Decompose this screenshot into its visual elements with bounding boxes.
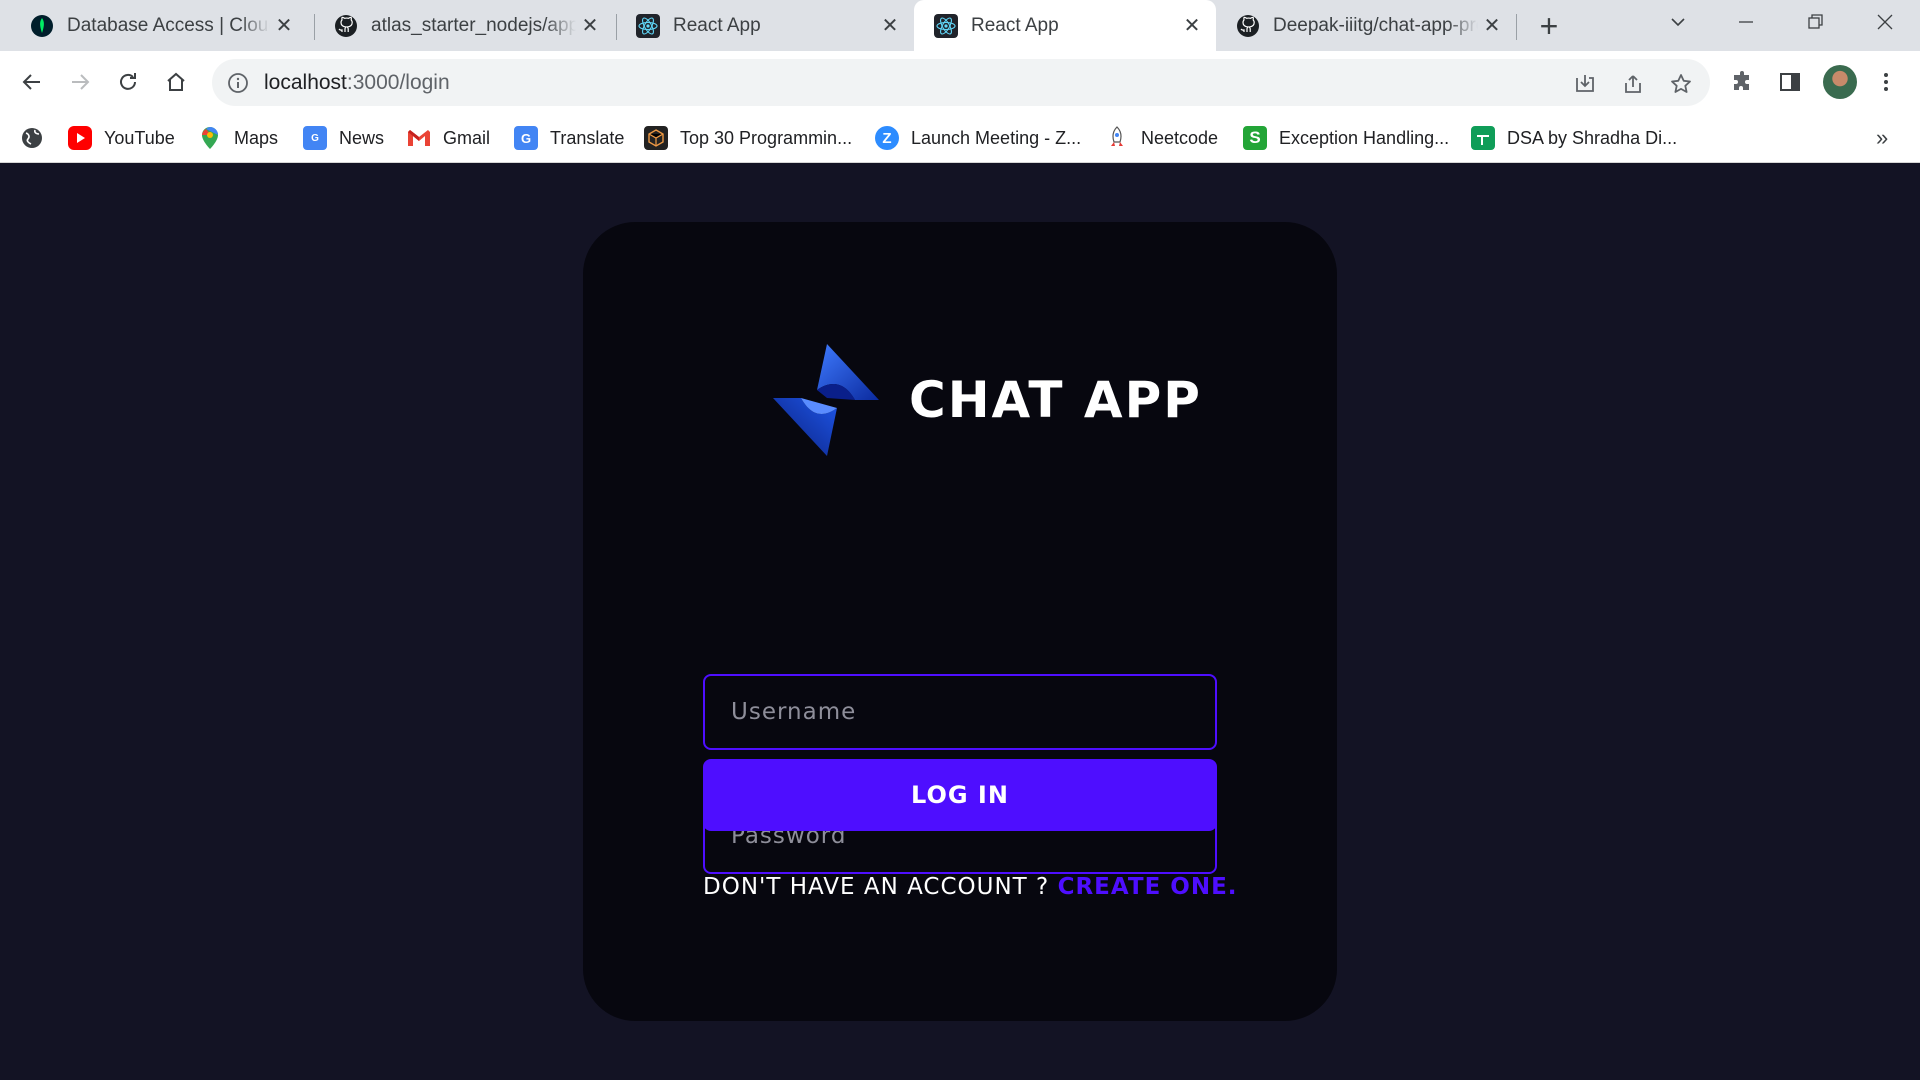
address-bar[interactable]: localhost:3000/login — [212, 59, 1710, 106]
bookmark-label: Launch Meeting - Z... — [911, 127, 1082, 148]
tab-title: Deepak-iiitg/chat-app-project — [1273, 14, 1478, 36]
close-icon — [1877, 14, 1893, 30]
bookmark-launch-meeting[interactable]: Z Launch Meeting - Z... — [875, 122, 1081, 154]
bookmark-exception-handling[interactable]: S Exception Handling... — [1243, 122, 1449, 154]
bookmark-neetcode[interactable]: Neetcode — [1105, 122, 1218, 154]
tab-separator — [1516, 14, 1517, 40]
chat-app-logo-icon — [773, 344, 879, 456]
reload-icon — [120, 73, 136, 90]
tab-title: React App — [673, 14, 761, 36]
react-icon — [636, 13, 660, 38]
zoom-icon: Z — [875, 126, 899, 150]
bookmark-apps[interactable] — [20, 122, 56, 154]
bookmark-youtube[interactable]: YouTube — [68, 122, 175, 154]
tab-strip: Database Access | Cloud: MongoDB Cloud ✕… — [0, 0, 1920, 51]
info-icon[interactable] — [226, 71, 250, 95]
share-icon[interactable] — [1618, 69, 1648, 99]
bookmark-label: Gmail — [443, 127, 491, 148]
back-button[interactable] — [13, 63, 51, 101]
back-arrow-icon — [22, 74, 40, 90]
avatar[interactable] — [1823, 65, 1857, 99]
kebab-menu-icon — [1884, 73, 1888, 91]
new-tab-button[interactable]: + — [1530, 8, 1568, 44]
url-path: :3000/login — [346, 70, 450, 94]
brand: CHAT APP — [771, 342, 1202, 458]
close-icon[interactable]: ✕ — [1178, 12, 1206, 40]
tab-search-button[interactable] — [1648, 0, 1708, 44]
bookmark-label: News — [339, 127, 385, 148]
tab-atlas-starter[interactable]: atlas_starter_nodejs/app.js ✕ — [314, 0, 614, 51]
bookmark-label: Exception Handling... — [1279, 127, 1450, 148]
s-icon: S — [1243, 126, 1267, 150]
tab-react-app-1[interactable]: React App ✕ — [616, 0, 914, 51]
bookmark-translate[interactable]: G Translate — [514, 122, 624, 154]
login-card: CHAT APP LOG IN DON'T HAVE AN ACCOUNT ? … — [583, 222, 1337, 1021]
signup-prompt-text: DON'T HAVE AN ACCOUNT ? — [703, 874, 1058, 900]
close-icon[interactable]: ✕ — [1478, 12, 1506, 40]
rocket-icon — [1105, 126, 1129, 150]
bookmarks-bar: YouTube Maps G News Gmail G Translate To… — [0, 114, 1920, 163]
mongodb-leaf-icon — [30, 14, 54, 38]
news-icon: G — [303, 126, 327, 150]
close-window-button[interactable] — [1855, 0, 1915, 44]
chevron-down-icon — [1671, 18, 1685, 27]
side-panel-icon — [1780, 73, 1800, 91]
url-host: localhost — [264, 70, 347, 94]
cube-icon — [644, 126, 668, 150]
forward-button[interactable] — [61, 63, 99, 101]
username-input[interactable] — [703, 674, 1217, 750]
extensions-button[interactable] — [1723, 63, 1761, 101]
bookmark-label: DSA by Shradha Di... — [1507, 127, 1678, 148]
restore-icon — [1808, 14, 1823, 29]
youtube-icon — [68, 126, 92, 150]
side-panel-button[interactable] — [1771, 63, 1809, 101]
close-icon[interactable]: ✕ — [270, 12, 298, 40]
sheets-icon — [1471, 126, 1495, 150]
browser-toolbar: localhost:3000/login — [0, 51, 1920, 114]
github-icon — [334, 14, 358, 38]
maps-icon — [198, 126, 222, 150]
bookmark-gmail[interactable]: Gmail — [407, 122, 490, 154]
install-app-icon[interactable] — [1570, 69, 1600, 99]
create-account-link[interactable]: CREATE ONE. — [1058, 874, 1238, 900]
minimize-icon — [1739, 21, 1753, 23]
app-title: CHAT APP — [909, 371, 1202, 429]
tab-title: React App — [971, 14, 1059, 36]
github-icon — [1236, 14, 1260, 38]
tab-deepak-chat-app[interactable]: Deepak-iiitg/chat-app-project ✕ — [1216, 0, 1516, 51]
home-icon — [167, 72, 185, 91]
bookmark-maps[interactable]: Maps — [198, 122, 278, 154]
tab-database-access[interactable]: Database Access | Cloud: MongoDB Cloud ✕ — [10, 0, 308, 51]
tab-title: Database Access | Cloud: MongoDB Cloud — [67, 14, 270, 36]
login-page: CHAT APP LOG IN DON'T HAVE AN ACCOUNT ? … — [0, 164, 1920, 1080]
bookmarks-overflow-button[interactable]: » — [1876, 125, 1888, 151]
bookmark-label: YouTube — [104, 127, 175, 148]
tab-react-app-active[interactable]: React App ✕ — [914, 0, 1216, 51]
home-button[interactable] — [157, 63, 195, 101]
react-icon — [934, 13, 958, 38]
login-button[interactable]: LOG IN — [703, 759, 1217, 831]
globe-icon — [20, 126, 44, 150]
bookmark-label: Top 30 Programmin... — [680, 127, 853, 148]
gmail-icon — [407, 126, 431, 150]
bookmark-star-icon[interactable] — [1666, 69, 1696, 99]
translate-icon: G — [514, 126, 538, 150]
reload-button[interactable] — [109, 63, 147, 101]
puzzle-icon — [1734, 71, 1749, 90]
url-text: localhost:3000/login — [264, 71, 450, 95]
bookmark-top-30-programming[interactable]: Top 30 Programmin... — [644, 122, 852, 154]
forward-arrow-icon — [72, 74, 90, 90]
restore-button[interactable] — [1786, 0, 1846, 44]
bookmark-label: Neetcode — [1141, 127, 1219, 148]
bookmark-label: Maps — [234, 127, 279, 148]
menu-button[interactable] — [1867, 63, 1905, 101]
tab-title: atlas_starter_nodejs/app.js — [371, 14, 576, 36]
bookmark-news[interactable]: G News — [303, 122, 384, 154]
close-icon[interactable]: ✕ — [876, 12, 904, 40]
bookmark-dsa-by-shradha[interactable]: DSA by Shradha Di... — [1471, 122, 1677, 154]
bookmark-label: Translate — [550, 127, 625, 148]
minimize-button[interactable] — [1716, 0, 1776, 44]
signup-prompt: DON'T HAVE AN ACCOUNT ? CREATE ONE. — [703, 874, 1237, 900]
close-icon[interactable]: ✕ — [576, 12, 604, 40]
